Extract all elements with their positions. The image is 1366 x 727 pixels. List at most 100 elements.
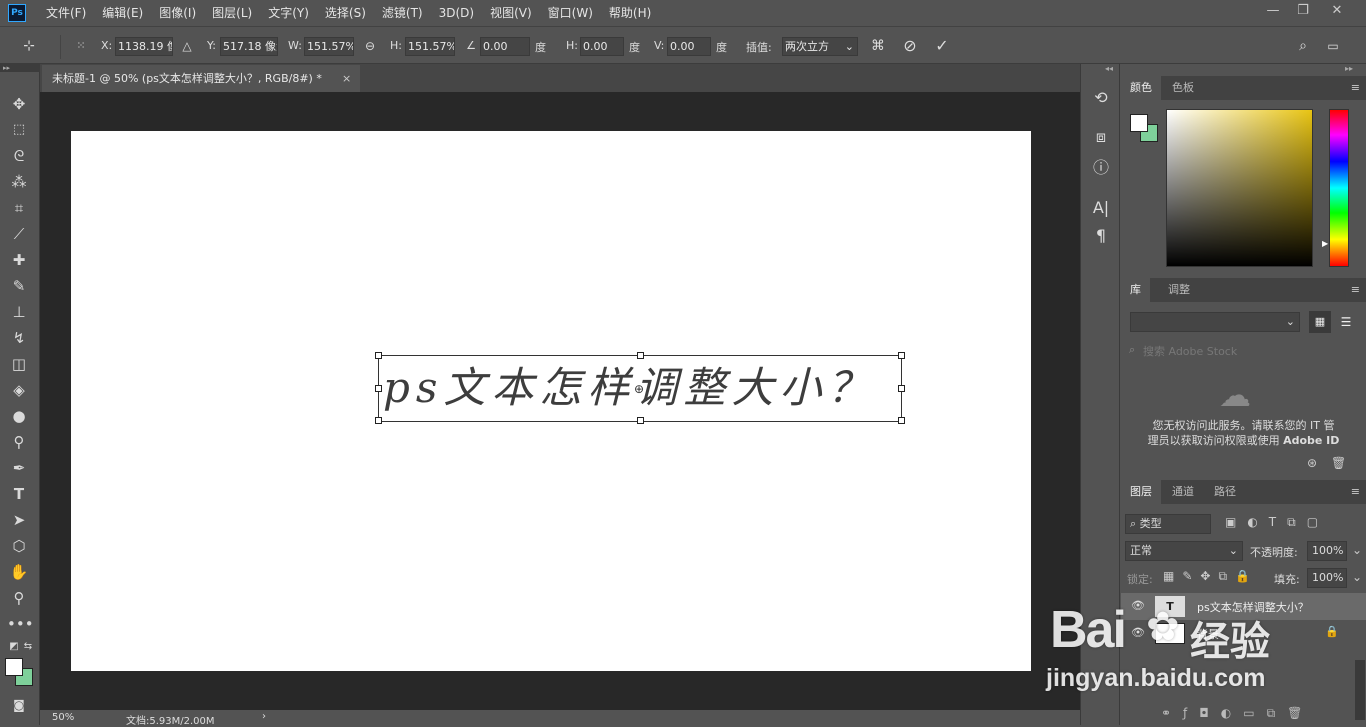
hskew-field[interactable]: 0.00 (580, 37, 624, 56)
tab-channels[interactable]: 通道 (1163, 480, 1203, 504)
restore-button[interactable]: ❐ (1288, 0, 1318, 22)
menu-type[interactable]: 文字(Y) (260, 0, 317, 26)
quick-mask-icon[interactable]: ◙ (7, 694, 31, 716)
tab-close-icon[interactable]: × (342, 65, 351, 92)
interpolation-select[interactable]: 两次立方 ⌄ (782, 37, 858, 56)
move-tool-icon[interactable]: ✥ (7, 93, 31, 115)
link-icon[interactable]: ⊖ (359, 35, 381, 57)
transform-handle-left[interactable] (375, 385, 382, 392)
hue-slider[interactable] (1329, 109, 1349, 267)
menu-layer[interactable]: 图层(L) (204, 0, 260, 26)
brush-tool-icon[interactable]: ✎ (7, 275, 31, 297)
zoom-level[interactable]: 50% (52, 712, 74, 723)
eyedropper-tool-icon[interactable]: ⟋ (7, 223, 31, 245)
history-panel-icon[interactable]: ⟲ (1089, 86, 1113, 110)
menu-select[interactable]: 选择(S) (317, 0, 374, 26)
x-field[interactable]: 1138.19 像 (115, 37, 173, 56)
reference-point-icon[interactable]: ⁙ (70, 35, 92, 57)
menu-3d[interactable]: 3D(D) (431, 0, 482, 26)
panel-menu-icon[interactable]: ≡ (1351, 81, 1360, 94)
grid-view-icon[interactable]: ▦ (1309, 311, 1331, 333)
swap-colors-icon[interactable]: ⇆ (16, 636, 40, 658)
document-canvas[interactable]: ps文本怎样调整大小？ ⊕ (71, 131, 1031, 671)
tab-paths[interactable]: 路径 (1205, 480, 1245, 504)
angle-field[interactable]: 0.00 (480, 37, 530, 56)
foreground-color-swatch[interactable] (5, 658, 23, 676)
canvas-workspace[interactable]: ps文本怎样调整大小？ ⊕ (40, 92, 1080, 710)
tab-color[interactable]: 颜色 (1121, 76, 1161, 100)
menu-edit[interactable]: 编辑(E) (94, 0, 151, 26)
cancel-transform-icon[interactable]: ⊘ (899, 35, 921, 57)
lock-icons[interactable]: ▦✎✥⧉🔒 (1163, 569, 1258, 584)
marquee-tool-icon[interactable]: ⬚ (7, 119, 31, 141)
layer-filter-select[interactable]: ⌕ 类型 (1125, 514, 1211, 534)
layer-filter-icons[interactable]: ▣◐T⧉▢ (1225, 515, 1329, 530)
stamp-tool-icon[interactable]: ⊥ (7, 301, 31, 323)
status-menu-arrow[interactable]: › (262, 711, 266, 722)
chevron-down-icon[interactable]: ⌄ (1352, 543, 1362, 557)
crop-tool-icon[interactable]: ⌗ (7, 197, 31, 219)
hue-pointer-icon[interactable]: ▶ (1322, 239, 1328, 248)
menu-help[interactable]: 帮助(H) (601, 0, 659, 26)
color-fg-swatch[interactable] (1130, 114, 1148, 132)
trash-icon[interactable]: 🗑 (1331, 456, 1346, 470)
fill-field[interactable]: 100% (1307, 568, 1347, 588)
dodge-tool-icon[interactable]: ⚲ (7, 431, 31, 453)
commit-transform-icon[interactable]: ✓ (931, 35, 953, 57)
paint-bucket-tool-icon[interactable]: ◈ (7, 379, 31, 401)
healing-brush-tool-icon[interactable]: ✚ (7, 249, 31, 271)
transform-center-icon[interactable]: ⊕ (634, 382, 644, 396)
list-view-icon[interactable]: ☰ (1335, 311, 1357, 333)
color-picker-field[interactable] (1166, 109, 1313, 267)
close-window-button[interactable]: ✕ (1322, 0, 1352, 22)
blur-tool-icon[interactable]: ● (7, 405, 31, 427)
height-field[interactable]: 151.57% (405, 37, 455, 56)
eraser-tool-icon[interactable]: ◫ (7, 353, 31, 375)
vskew-field[interactable]: 0.00 (667, 37, 711, 56)
y-field[interactable]: 517.18 像素 (220, 37, 278, 56)
info-panel-icon[interactable]: ⓘ (1089, 156, 1113, 180)
transform-bounding-box[interactable]: ps文本怎样调整大小？ ⊕ (375, 352, 905, 424)
visibility-eye-icon[interactable]: 👁 (1131, 626, 1145, 639)
transform-handle-right[interactable] (898, 385, 905, 392)
tab-layers[interactable]: 图层 (1121, 480, 1161, 504)
opacity-field[interactable]: 100% (1307, 541, 1347, 561)
creative-cloud-icon[interactable]: ⊛ (1307, 456, 1317, 470)
chevron-down-icon[interactable]: ⌄ (1352, 570, 1362, 584)
transform-handle-bottom-right[interactable] (898, 417, 905, 424)
menu-filter[interactable]: 滤镜(T) (374, 0, 431, 26)
width-field[interactable]: 151.57% (304, 37, 354, 56)
menu-file[interactable]: 文件(F) (38, 0, 94, 26)
menu-window[interactable]: 窗口(W) (540, 0, 601, 26)
expand-panels-icon[interactable]: ▸▸ (1345, 64, 1353, 73)
delta-icon[interactable]: △ (176, 35, 198, 57)
pen-tool-icon[interactable]: ✒ (7, 457, 31, 479)
transform-handle-bottom[interactable] (637, 417, 644, 424)
minimize-button[interactable]: — (1258, 0, 1288, 22)
transform-handle-top-right[interactable] (898, 352, 905, 359)
more-tools-icon[interactable]: ••• (7, 613, 34, 635)
transform-handle-top[interactable] (637, 352, 644, 359)
transform-tool-icon[interactable]: ⊹ (18, 35, 40, 57)
panel-menu-icon[interactable]: ≡ (1351, 283, 1360, 296)
blend-mode-select[interactable]: 正常 ⌄ (1125, 541, 1243, 561)
tab-swatches[interactable]: 色板 (1163, 76, 1203, 100)
layer-actions-bar[interactable]: ⚭ƒ◘◐▭⧉🗑 (1161, 706, 1314, 721)
adobe-id-link[interactable]: Adobe ID (1283, 434, 1339, 447)
library-select[interactable]: ⌄ (1130, 312, 1300, 332)
history-brush-tool-icon[interactable]: ↯ (7, 327, 31, 349)
layers-scrollbar[interactable] (1355, 660, 1365, 720)
workspace-icon[interactable]: ▭ (1322, 35, 1344, 57)
menu-view[interactable]: 视图(V) (482, 0, 540, 26)
toolbar-collapse[interactable]: ▸▸ (0, 64, 40, 72)
zoom-tool-icon[interactable]: ⚲ (7, 587, 31, 609)
warp-icon[interactable]: ⌘ (867, 35, 889, 57)
character-panel-icon[interactable]: A| (1089, 196, 1113, 220)
menu-image[interactable]: 图像(I) (151, 0, 204, 26)
lasso-tool-icon[interactable]: ᘓ (7, 145, 31, 167)
visibility-eye-icon[interactable]: 👁 (1131, 599, 1145, 612)
tab-adjustments[interactable]: 调整 (1159, 278, 1199, 302)
type-tool-icon[interactable]: T (7, 483, 31, 505)
3d-panel-icon[interactable]: ⧈ (1089, 125, 1113, 149)
paragraph-panel-icon[interactable]: ¶ (1089, 224, 1113, 248)
